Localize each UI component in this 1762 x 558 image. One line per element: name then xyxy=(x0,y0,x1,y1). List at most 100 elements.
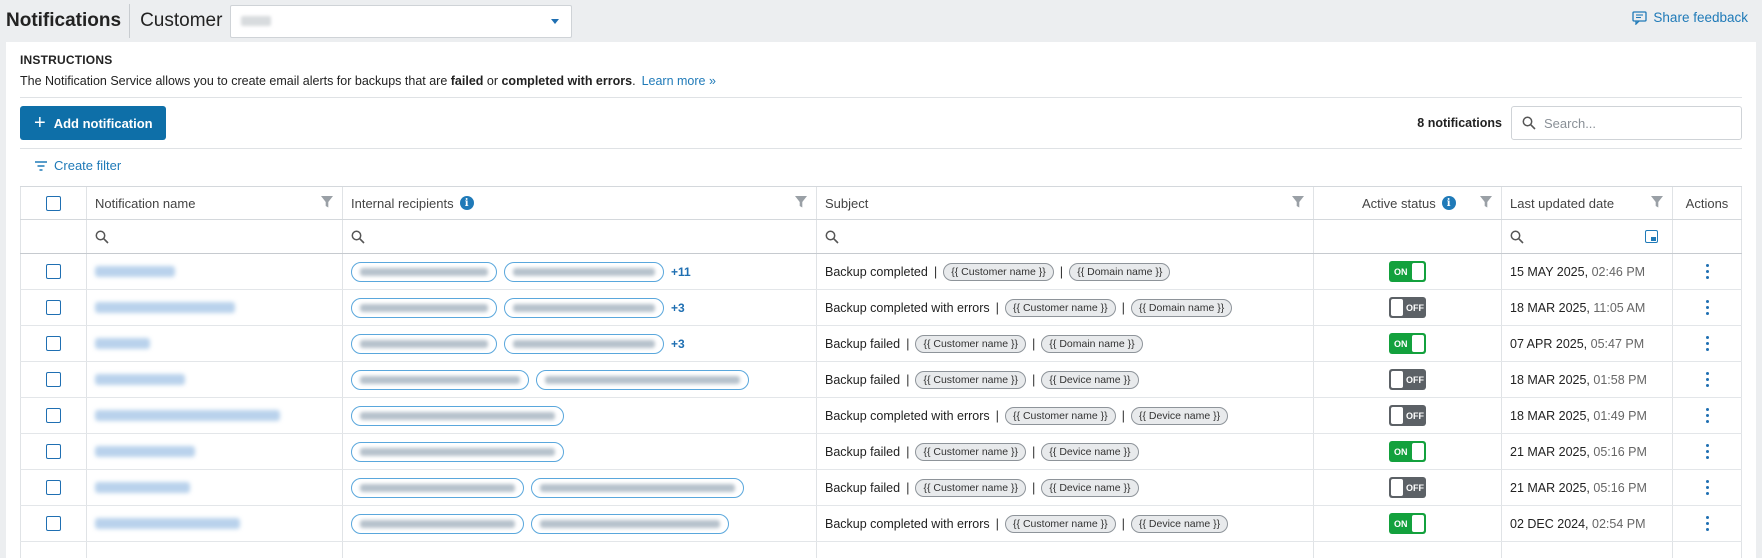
header-date[interactable]: Last updated date xyxy=(1502,187,1673,219)
header-status[interactable]: Active status i xyxy=(1314,187,1502,219)
subject-cell: Backup completed | {{ Customer name }} | {{ … xyxy=(817,254,1314,289)
funnel-icon[interactable] xyxy=(1291,195,1305,209)
kebab-icon[interactable] xyxy=(1700,512,1715,535)
row-checkbox[interactable] xyxy=(46,336,61,351)
table-row[interactable]: Backup failed | {{ Customer name }} | {{ Dev… xyxy=(20,470,1742,506)
active-status-toggle[interactable]: OFF xyxy=(1389,369,1426,390)
kebab-icon[interactable] xyxy=(1700,296,1715,319)
recipient-chip[interactable] xyxy=(351,513,524,534)
active-status-toggle[interactable]: OFF xyxy=(1389,477,1426,498)
subject-variable-tag: {{ Device name }} xyxy=(1131,406,1229,425)
active-status-toggle[interactable]: ON xyxy=(1389,441,1426,462)
table-row[interactable]: +11 Backup completed | {{ Customer name }} |… xyxy=(20,254,1742,290)
header-recipients[interactable]: Internal recipients i xyxy=(343,187,817,219)
notification-name-cell[interactable] xyxy=(87,362,343,397)
notification-name-cell[interactable] xyxy=(87,326,343,361)
notification-name-redacted[interactable] xyxy=(95,266,175,277)
updated-date: 18 MAR 2025, 11:05 AM xyxy=(1510,301,1645,315)
table-row[interactable]: +3 Backup completed with errors | {{ Custom… xyxy=(20,290,1742,326)
customer-select[interactable] xyxy=(230,4,573,38)
recipient-chip[interactable] xyxy=(351,333,497,354)
row-checkbox[interactable] xyxy=(46,444,61,459)
filter-date-input[interactable] xyxy=(1502,220,1673,253)
recipient-chip[interactable] xyxy=(504,333,664,354)
subject-separator: | xyxy=(1032,336,1036,351)
kebab-icon[interactable] xyxy=(1700,332,1715,355)
active-status-toggle[interactable]: OFF xyxy=(1389,297,1426,318)
notification-name-cell[interactable] xyxy=(87,398,343,433)
filter-recipients-input[interactable] xyxy=(343,220,817,253)
recipient-chip[interactable] xyxy=(536,369,749,390)
learn-more-link[interactable]: Learn more » xyxy=(642,74,716,88)
notification-name-cell[interactable] xyxy=(87,434,343,469)
notification-name-redacted[interactable] xyxy=(95,374,185,385)
notification-name-redacted[interactable] xyxy=(95,518,240,529)
header-name[interactable]: Notification name xyxy=(87,187,343,219)
row-checkbox[interactable] xyxy=(46,408,61,423)
kebab-icon[interactable] xyxy=(1700,260,1715,283)
row-checkbox[interactable] xyxy=(46,264,61,279)
recipient-chip[interactable] xyxy=(351,261,497,282)
header-subject[interactable]: Subject xyxy=(817,187,1314,219)
updated-date-time: 05:16 PM xyxy=(1593,480,1647,495)
filter-name-input[interactable] xyxy=(87,220,343,253)
recipient-redacted xyxy=(360,447,555,456)
notification-name-redacted[interactable] xyxy=(95,482,190,493)
funnel-icon[interactable] xyxy=(1479,195,1493,209)
recipient-chip[interactable] xyxy=(351,405,564,426)
recipient-chip[interactable] xyxy=(531,477,744,498)
row-checkbox[interactable] xyxy=(46,480,61,495)
select-all-checkbox[interactable] xyxy=(46,195,61,211)
kebab-icon[interactable] xyxy=(1700,476,1715,499)
recipient-chip[interactable] xyxy=(351,297,497,318)
recipient-chip[interactable] xyxy=(351,369,529,390)
row-checkbox[interactable] xyxy=(46,516,61,531)
active-status-toggle[interactable]: ON xyxy=(1389,333,1426,354)
notification-name-redacted[interactable] xyxy=(95,338,150,349)
recipient-chip[interactable] xyxy=(351,477,524,498)
actions-cell xyxy=(1673,254,1742,289)
subject-cell: Backup failed | {{ Customer name }} | {{ Dev… xyxy=(817,434,1314,469)
kebab-icon[interactable] xyxy=(1700,368,1715,391)
create-filter-button[interactable]: Create filter xyxy=(34,158,121,173)
notification-name-redacted[interactable] xyxy=(95,410,280,421)
active-status-toggle[interactable]: ON xyxy=(1389,513,1426,534)
row-checkbox[interactable] xyxy=(46,300,61,315)
active-status-toggle[interactable]: ON xyxy=(1389,261,1426,282)
row-checkbox[interactable] xyxy=(46,372,61,387)
notification-name-cell[interactable] xyxy=(87,470,343,505)
info-icon[interactable]: i xyxy=(1441,196,1456,210)
funnel-icon[interactable] xyxy=(320,195,334,209)
table-row[interactable]: Backup completed with errors | {{ Customer… xyxy=(20,398,1742,434)
recipient-chip[interactable] xyxy=(504,297,664,318)
add-notification-button[interactable]: + Add notification xyxy=(20,106,166,140)
notification-name-cell[interactable] xyxy=(87,506,343,541)
subject-separator: | xyxy=(1059,264,1064,279)
table-row[interactable]: Backup failed | {{ Customer name }} | {{ Dev… xyxy=(20,362,1742,398)
kebab-icon[interactable] xyxy=(1700,404,1715,427)
kebab-icon[interactable] xyxy=(1700,440,1715,463)
recipient-chip[interactable] xyxy=(531,513,729,534)
recipient-chip[interactable] xyxy=(504,261,664,282)
notification-name-cell[interactable] xyxy=(87,290,343,325)
calendar-icon[interactable] xyxy=(1645,230,1658,243)
share-feedback-link[interactable]: Share feedback xyxy=(1632,10,1748,25)
table-row[interactable]: Backup completed with errors | {{ Customer… xyxy=(20,506,1742,542)
notification-name-redacted[interactable] xyxy=(95,446,195,457)
more-recipients-link[interactable]: +11 xyxy=(671,265,691,279)
recipient-chip[interactable] xyxy=(351,441,564,462)
more-recipients-link[interactable]: +3 xyxy=(671,301,685,315)
search-input[interactable]: Search... xyxy=(1511,106,1742,140)
info-icon[interactable]: i xyxy=(459,196,474,210)
customer-value-redacted xyxy=(241,16,272,26)
table-row[interactable]: +3 Backup failed | {{ Customer name }} | {{ D… xyxy=(20,326,1742,362)
more-recipients-link[interactable]: +3 xyxy=(671,337,685,351)
funnel-icon[interactable] xyxy=(794,195,808,209)
funnel-icon[interactable] xyxy=(1650,195,1664,209)
notification-name-cell[interactable] xyxy=(87,254,343,289)
subject-variable-tag: {{ Device name }} xyxy=(1041,442,1139,461)
filter-subject-input[interactable] xyxy=(817,220,1314,253)
notification-name-redacted[interactable] xyxy=(95,302,235,313)
table-row[interactable]: Backup failed | {{ Customer name }} | {{ Dev… xyxy=(20,434,1742,470)
active-status-toggle[interactable]: OFF xyxy=(1389,405,1426,426)
